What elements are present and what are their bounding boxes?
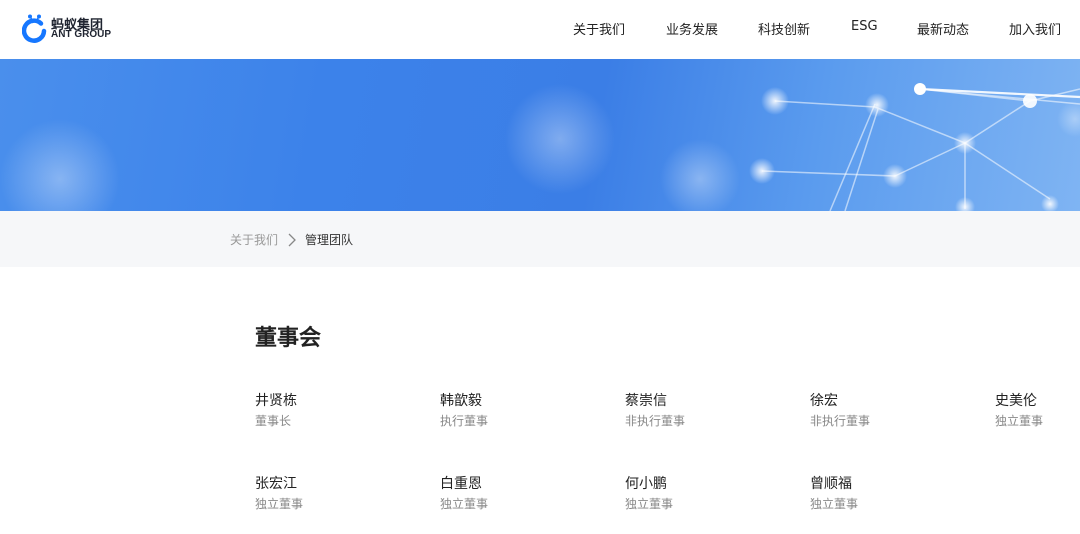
- board-member: 徐宏 非执行董事: [810, 390, 970, 434]
- hero-banner: [0, 59, 1080, 211]
- breadcrumb-link-about-us[interactable]: 关于我们: [230, 231, 278, 248]
- nav-item-news[interactable]: 最新动态: [917, 19, 969, 38]
- member-role: 独立董事: [995, 414, 1044, 428]
- member-name: 井贤栋: [255, 393, 297, 409]
- member-name: 蔡崇信: [625, 393, 667, 409]
- board-member: 蔡崇信 非执行董事: [625, 390, 785, 434]
- breadcrumb: 关于我们 管理团队: [0, 211, 1080, 267]
- nav-item-business[interactable]: 业务发展: [666, 19, 718, 38]
- member-name: 史美伦: [995, 393, 1037, 409]
- board-member: 韩歆毅 执行董事: [440, 390, 600, 434]
- nav-item-technology[interactable]: 科技创新: [758, 19, 810, 38]
- member-role: 非执行董事: [810, 414, 871, 428]
- board-member: 曾顺福 独立董事: [810, 473, 970, 517]
- site-header: 蚂蚁集团 ANT GROUP 关于我们 业务发展 科技创新 ESG 最新动态 加…: [0, 0, 1080, 59]
- main-nav: 关于我们 业务发展 科技创新 ESG 最新动态 加入我们: [0, 19, 1080, 39]
- member-role: 独立董事: [625, 497, 674, 511]
- board-member: 张宏江 独立董事: [255, 473, 415, 517]
- member-role: 独立董事: [255, 497, 304, 511]
- member-role: 执行董事: [440, 414, 489, 428]
- nav-item-esg[interactable]: ESG: [851, 19, 878, 34]
- chevron-right-icon: [288, 233, 296, 247]
- section-title-board: 董事会: [255, 326, 322, 351]
- member-role: 非执行董事: [625, 414, 686, 428]
- nav-item-join-us[interactable]: 加入我们: [1009, 19, 1061, 38]
- member-role: 独立董事: [810, 497, 859, 511]
- member-role: 董事长: [255, 414, 292, 428]
- breadcrumb-current-page: 管理团队: [305, 233, 354, 247]
- board-member: 白重恩 独立董事: [440, 473, 600, 517]
- member-name: 白重恩: [440, 476, 482, 492]
- nav-item-about-us[interactable]: 关于我们: [573, 19, 625, 38]
- member-name: 韩歆毅: [440, 393, 482, 409]
- member-name: 曾顺福: [810, 476, 852, 492]
- board-member: 何小鹏 独立董事: [625, 473, 785, 517]
- member-role: 独立董事: [440, 497, 489, 511]
- board-member: 井贤栋 董事长: [255, 390, 415, 434]
- member-name: 何小鹏: [625, 476, 667, 492]
- network-graphic: [0, 83, 1080, 211]
- board-member: 史美伦 独立董事: [995, 390, 1080, 434]
- member-name: 徐宏: [810, 393, 838, 409]
- member-name: 张宏江: [255, 476, 297, 492]
